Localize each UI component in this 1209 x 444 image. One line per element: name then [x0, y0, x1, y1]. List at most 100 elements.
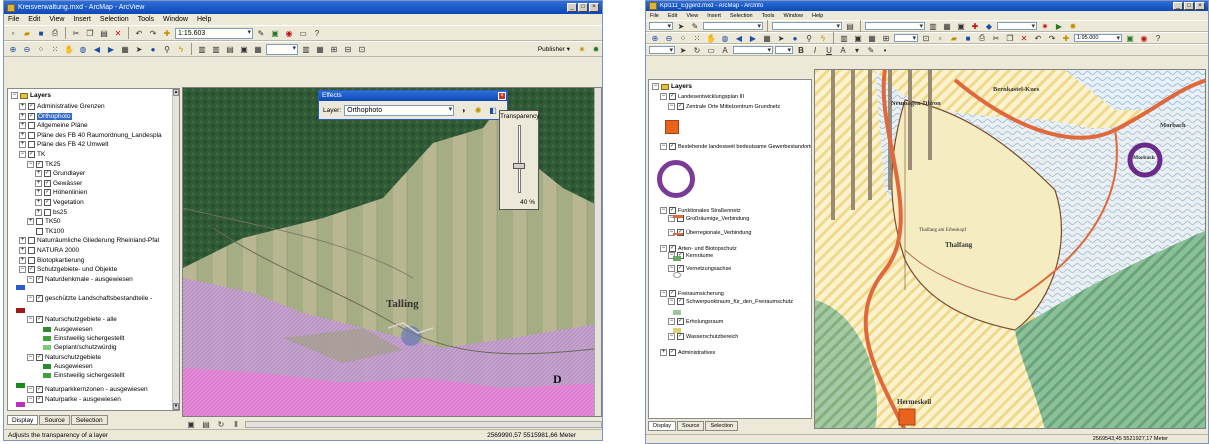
toc-layer-row[interactable]: − ✓ Erholungsraum — [668, 317, 723, 326]
menu-edit[interactable]: Edit — [28, 16, 40, 23]
layer-visibility-checkbox[interactable]: ✓ — [669, 290, 676, 297]
expand-toggle[interactable]: + — [19, 131, 26, 139]
layer-visibility-checkbox[interactable] — [36, 218, 43, 226]
toc-layer-row[interactable]: + ✓ Höhenlinien — [35, 188, 87, 197]
layer-visibility-checkbox[interactable]: ✓ — [677, 333, 684, 340]
back-extent-icon[interactable]: ◀ — [91, 43, 103, 55]
toc-layer-row[interactable]: − ✓ Naturschutzgebiete - alle — [27, 315, 117, 324]
toc-root[interactable]: − Layers — [652, 82, 692, 91]
menu-help[interactable]: Help — [812, 13, 823, 19]
arctoolbox-icon[interactable]: ▣ — [1124, 32, 1136, 44]
save-icon[interactable]: ■ — [35, 27, 47, 39]
command-line-icon[interactable]: ▭ — [297, 27, 309, 39]
layer-visibility-checkbox[interactable]: ✓ — [44, 199, 51, 206]
layer-visibility-checkbox[interactable]: ✓ — [677, 298, 684, 305]
layer-visibility-checkbox[interactable]: ✓ — [36, 396, 43, 403]
toc-layer-row[interactable]: − ✓ Naturparke - ausgewiesen — [27, 395, 121, 404]
redo-icon[interactable]: ↷ — [1046, 32, 1058, 44]
undo-icon[interactable]: ↶ — [1032, 32, 1044, 44]
select-elements-icon[interactable]: ➤ — [677, 44, 689, 56]
toc-layer-row[interactable]: Geplant/schutzwürdig — [43, 343, 117, 352]
menu-edit[interactable]: Edit — [668, 13, 677, 19]
toc-layer-row[interactable]: + ✓ Grundlayer — [35, 169, 85, 178]
toc-root[interactable]: − Layers — [11, 91, 51, 100]
rotate-icon[interactable]: ↻ — [691, 44, 703, 56]
identify-icon[interactable]: ● — [147, 43, 159, 55]
maximize-button[interactable]: □ — [1184, 2, 1194, 10]
layer-visibility-checkbox[interactable]: ✓ — [36, 295, 43, 302]
full-extent-icon[interactable]: ◍ — [719, 32, 731, 44]
marker-color-icon[interactable]: • — [879, 44, 891, 56]
expand-toggle[interactable]: − — [660, 143, 667, 150]
scroll-up-arrow-icon[interactable]: ▴ — [173, 89, 179, 96]
attributes-icon[interactable]: ▤ — [844, 20, 856, 32]
style-combo[interactable] — [997, 22, 1037, 30]
expand-toggle[interactable]: − — [668, 265, 675, 272]
menu-view[interactable]: View — [686, 13, 698, 19]
tool-icon[interactable]: ✚ — [969, 20, 981, 32]
scroll-down-arrow-icon[interactable]: ▾ — [173, 403, 179, 410]
expand-toggle[interactable]: + — [35, 189, 42, 197]
arctoolbox-icon[interactable]: ▣ — [269, 27, 281, 39]
scale-combo[interactable]: 1:15.603 — [175, 27, 253, 39]
tool-icon[interactable]: ✷ — [1039, 20, 1051, 32]
menu-tools[interactable]: Tools — [138, 16, 154, 23]
close-button[interactable]: × — [589, 3, 599, 12]
effects-layer-combo[interactable]: Orthophoto — [344, 104, 455, 116]
expand-toggle[interactable]: − — [660, 245, 667, 252]
transparency-icon[interactable]: ◧ — [487, 104, 499, 116]
expand-toggle[interactable]: + — [35, 208, 42, 216]
publisher-icon[interactable]: ✹ — [590, 43, 602, 55]
pan-icon[interactable]: ✋ — [63, 43, 75, 55]
copy-icon[interactable]: ❐ — [84, 27, 96, 39]
tab-source[interactable]: Source — [39, 415, 70, 425]
expand-toggle[interactable]: − — [19, 151, 26, 158]
expand-toggle[interactable]: + — [19, 122, 26, 130]
collapse-toggle[interactable]: − — [652, 83, 659, 90]
hyperlink-icon[interactable]: ϟ — [817, 32, 829, 44]
find-icon[interactable]: ⚲ — [161, 43, 173, 55]
sketch-icon[interactable]: ✎ — [689, 20, 701, 32]
expand-toggle[interactable]: + — [35, 199, 42, 206]
minimize-button[interactable]: _ — [567, 3, 577, 12]
whats-this-icon[interactable]: ? — [1152, 32, 1164, 44]
layer-visibility-checkbox[interactable]: ✓ — [44, 189, 51, 197]
toc-layer-row[interactable]: + Biotopkartierung — [19, 256, 84, 265]
font-size-combo[interactable] — [775, 46, 793, 54]
cut-icon[interactable]: ✂ — [70, 27, 82, 39]
layer-visibility-checkbox[interactable]: ✓ — [669, 207, 676, 214]
menu-view[interactable]: View — [49, 16, 64, 23]
tool-icon[interactable]: ▦ — [941, 20, 953, 32]
expand-toggle[interactable]: + — [19, 103, 26, 110]
toc-layer-row[interactable]: Ausgewiesen — [43, 362, 93, 371]
expand-toggle[interactable]: − — [668, 333, 675, 340]
orthophoto-map[interactable] — [183, 88, 602, 417]
map-vertical-scrollbar[interactable] — [594, 88, 601, 416]
menu-window[interactable]: Window — [783, 13, 803, 19]
expand-toggle[interactable]: − — [668, 298, 675, 305]
tool-icon[interactable]: ▣ — [955, 20, 967, 32]
bold-icon[interactable]: B — [795, 44, 807, 56]
tab-selection[interactable]: Selection — [705, 421, 739, 431]
layout-zoom-combo[interactable] — [266, 43, 298, 55]
target-combo[interactable] — [772, 22, 842, 30]
publisher-menu[interactable]: Publisher ▾ — [538, 45, 570, 53]
expand-toggle[interactable]: − — [27, 316, 34, 323]
layer-visibility-checkbox[interactable]: ✓ — [669, 349, 676, 356]
transparency-slider-thumb[interactable] — [513, 162, 525, 169]
toc-layer-row[interactable]: + NATURA 2000 — [19, 246, 79, 255]
contrast-icon[interactable]: ◑ — [457, 104, 469, 116]
georef-tool-icon[interactable]: ⊡ — [356, 43, 368, 55]
toc-layer-row[interactable]: − ✓ Wasserschutzbereich — [668, 332, 738, 341]
toc-layer-row[interactable]: Ausgewiesen — [43, 325, 93, 334]
collapse-toggle[interactable]: − — [11, 92, 18, 99]
layout-tool-icon[interactable]: ▦ — [252, 43, 264, 55]
tab-source[interactable]: Source — [677, 421, 705, 431]
layer-visibility-checkbox[interactable]: ✓ — [677, 103, 684, 110]
layer-visibility-checkbox[interactable]: ✓ — [677, 265, 684, 272]
tool-icon[interactable]: ✹ — [1067, 20, 1079, 32]
transparency-track[interactable] — [518, 125, 521, 193]
layer-visibility-checkbox[interactable] — [28, 141, 35, 149]
layer-visibility-checkbox[interactable] — [28, 237, 35, 245]
save-icon[interactable]: ■ — [962, 32, 974, 44]
